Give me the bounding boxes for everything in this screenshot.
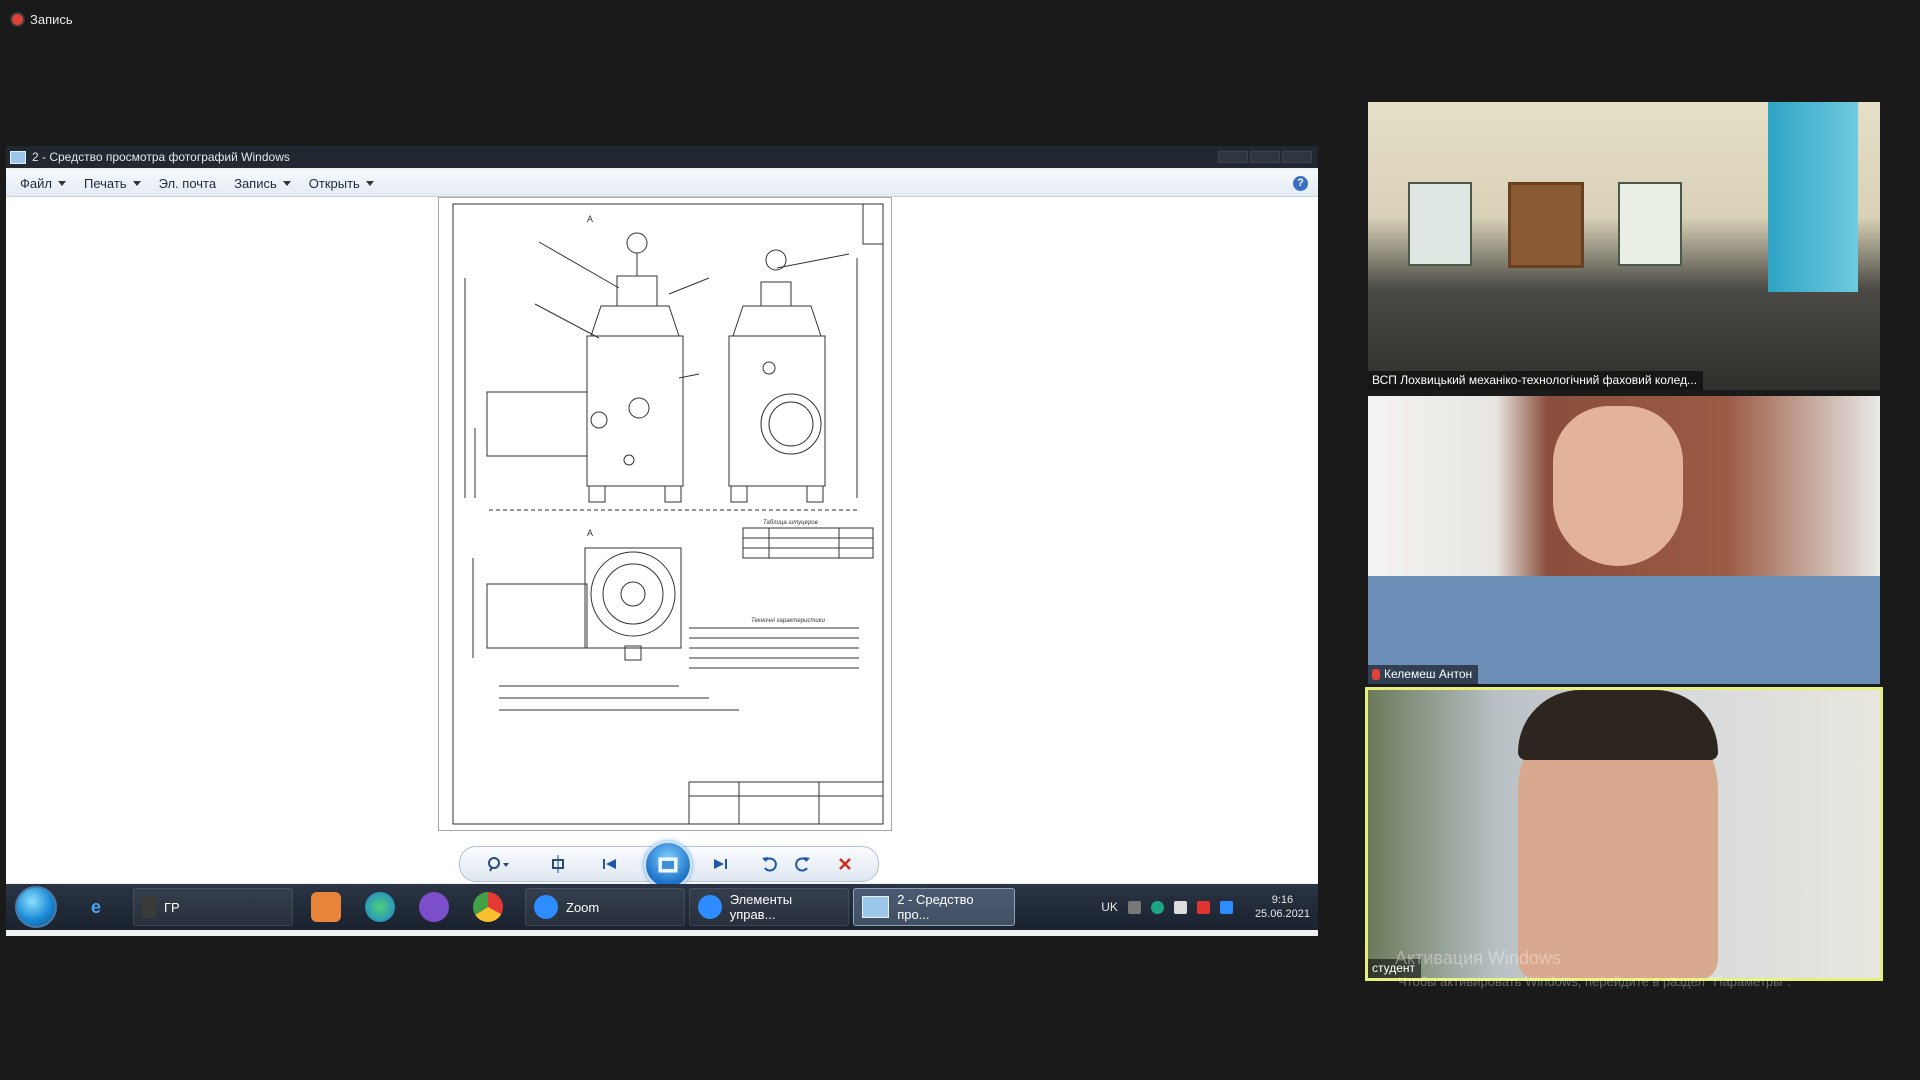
taskbar-button-label: Zoom — [566, 899, 600, 915]
participant-tile-anton[interactable]: Келемеш Антон — [1368, 396, 1880, 684]
participant-tile-college[interactable]: ВСП Лохвицький механіко-технологічний фа… — [1368, 102, 1880, 390]
view-label-top: А — [587, 214, 593, 224]
viewer-controls — [459, 841, 879, 889]
start-button[interactable] — [15, 886, 57, 928]
shared-screen: 2 - Средство просмотра фотографий Window… — [6, 146, 1318, 936]
maximize-button[interactable] — [1250, 151, 1280, 163]
meeting-tray-icon[interactable] — [1219, 900, 1233, 914]
menu-print[interactable]: Печать — [84, 176, 141, 191]
taskbar: e ГР Zoom Элементы управ... 2 - Средство… — [6, 884, 1318, 930]
window-curtain — [1768, 102, 1858, 292]
window-titlebar[interactable]: 2 - Средство просмотра фотографий Window… — [6, 146, 1318, 168]
system-tray: UK 9:16 25.06.2021 — [1101, 893, 1318, 921]
chevron-down-icon — [365, 180, 374, 186]
previous-icon — [603, 859, 616, 869]
clock-date: 25.06.2021 — [1254, 908, 1310, 920]
recording-indicator: Запись — [12, 12, 73, 27]
help-icon[interactable]: ? — [1293, 175, 1308, 191]
rotate-right-icon — [795, 857, 810, 872]
window-title: 2 - Средство просмотра фотографий Window… — [32, 150, 290, 164]
zoom-app-icon — [698, 895, 722, 919]
menu-burn-label: Запись — [234, 175, 277, 191]
viber-icon[interactable] — [419, 892, 449, 922]
chrome-icon[interactable] — [473, 892, 503, 922]
photo-viewer-icon — [862, 896, 890, 918]
rotate-right-button[interactable] — [790, 852, 816, 876]
recording-label: Запись — [30, 12, 73, 27]
clipboard-icon[interactable] — [1173, 900, 1187, 914]
actual-size-button[interactable] — [544, 852, 572, 876]
taskbar-button-zoom[interactable]: Zoom — [525, 888, 685, 926]
minimize-button[interactable] — [1218, 151, 1248, 163]
image-viewer: А А Таблица штуцеров Техничні характерис… — [6, 197, 1318, 889]
app-window-icon — [142, 896, 156, 918]
menu-open[interactable]: Открыть — [309, 176, 374, 191]
taskbar-button-label: ГР — [164, 899, 180, 915]
next-button[interactable] — [700, 852, 740, 876]
participant-name: Келемеш Антон — [1368, 665, 1479, 684]
video-face — [1553, 406, 1683, 566]
language-indicator[interactable]: UK — [1101, 900, 1118, 914]
zoom-button[interactable] — [482, 852, 516, 876]
chevron-down-icon — [282, 180, 291, 186]
menu-open-label: Открыть — [308, 175, 360, 191]
slideshow-button[interactable] — [644, 841, 692, 889]
chevron-down-icon — [57, 180, 66, 186]
participant-name: ВСП Лохвицький механіко-технологічний фа… — [1368, 371, 1704, 390]
tech-specs-title: Техничні характеристики — [751, 618, 826, 624]
clock-time: 9:16 — [1271, 894, 1294, 906]
mic-muted-icon — [1372, 668, 1380, 680]
network-icon[interactable] — [1127, 900, 1141, 914]
windows-activation-hint: Чтобы активировать Windows, перейдите в … — [1398, 974, 1791, 989]
menu-bar: Файл Печать Эл. почта Запись Открыть ? — [6, 170, 1318, 197]
taskbar-button-controls[interactable]: Элементы управ... — [689, 888, 849, 926]
video-hair — [1518, 690, 1718, 760]
next-icon — [714, 859, 727, 869]
zoom-app-icon — [534, 895, 558, 919]
nozzle-table-title: Таблица штуцеров — [763, 520, 818, 526]
participant-name-label: ВСП Лохвицький механіко-технологічний фа… — [1372, 373, 1698, 387]
menu-file-label: Файл — [20, 175, 52, 191]
technical-drawing: А А Таблица штуцеров Техничні характерис… — [438, 197, 892, 831]
close-button[interactable] — [1282, 151, 1312, 163]
menu-print-label: Печать — [83, 175, 127, 191]
taskbar-button-label: Элементы управ... — [729, 892, 793, 922]
rotate-left-button[interactable] — [756, 852, 782, 876]
delete-button[interactable] — [832, 852, 858, 876]
technical-drawing-svg: А А Таблица штуцеров Техничні характерис… — [452, 203, 884, 825]
window-controls — [1218, 151, 1312, 163]
windows-activation-watermark: Активация Windows — [1395, 948, 1561, 968]
internet-explorer-icon[interactable]: e — [81, 892, 111, 922]
fit-window-icon — [552, 855, 564, 873]
wall-poster — [1408, 182, 1472, 266]
menu-burn[interactable]: Запись — [234, 176, 291, 191]
menu-email-label: Эл. почта — [158, 175, 217, 191]
taskbar-button-gr[interactable]: ГР — [133, 888, 293, 926]
chevron-down-icon — [132, 180, 141, 186]
slideshow-icon — [658, 857, 678, 873]
wall-poster — [1618, 182, 1682, 266]
zoom-tray-icon[interactable] — [1150, 900, 1164, 914]
clock[interactable]: 9:16 25.06.2021 — [1255, 893, 1310, 921]
wall-board — [1508, 182, 1584, 268]
record-icon — [12, 14, 23, 25]
delete-icon — [839, 858, 851, 870]
previous-button[interactable] — [590, 852, 630, 876]
taskbar-button-label: 2 - Средство про... — [897, 892, 974, 922]
menu-email[interactable]: Эл. почта — [159, 176, 217, 191]
zoom-icon — [488, 857, 509, 872]
menu-file[interactable]: Файл — [20, 176, 66, 191]
edge-icon[interactable] — [365, 892, 395, 922]
view-label-bottom: А — [587, 528, 593, 538]
rotate-left-icon — [762, 857, 777, 872]
participant-name-label: Келемеш Антон — [1384, 667, 1473, 681]
participant-tile-student[interactable]: студент — [1365, 687, 1883, 981]
photo-viewer-icon — [10, 150, 26, 164]
media-player-icon[interactable] — [311, 892, 341, 922]
antivirus-icon[interactable] — [1196, 900, 1210, 914]
taskbar-button-photo-viewer[interactable]: 2 - Средство про... — [853, 888, 1015, 926]
